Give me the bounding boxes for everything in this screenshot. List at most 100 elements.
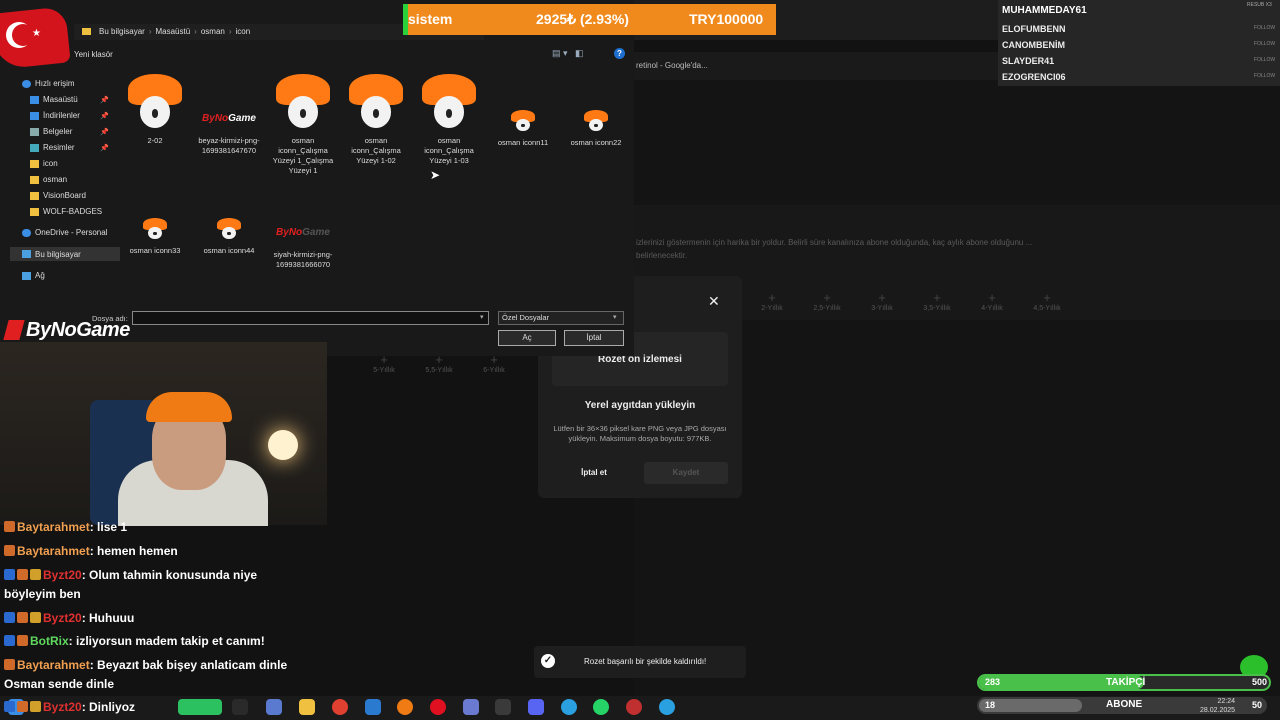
folder-icon xyxy=(82,28,91,36)
badge-icon xyxy=(4,701,15,712)
badge-slot[interactable]: +3-Yıllık xyxy=(862,290,902,312)
chat-message: Byzt20: Huhuuu xyxy=(4,611,134,625)
telegram-icon[interactable] xyxy=(659,699,675,715)
nav-folder-osman[interactable]: osman xyxy=(30,175,67,184)
toast-message: Rozet başarılı bir şekilde kaldırıldı! xyxy=(584,657,707,666)
nav-desktop[interactable]: Masaüstü xyxy=(30,95,78,104)
taskbar-clock[interactable]: 22:24 28.02.2025 xyxy=(1200,697,1235,715)
follow-tag: FOLLOW xyxy=(1254,41,1276,47)
ticker-name: sistem xyxy=(408,11,453,27)
plus-icon: + xyxy=(878,290,886,305)
file-item[interactable]: ByNoGame beyaz-kirmizi-png-1699381647670 xyxy=(192,74,266,156)
chat-message: Baytarahmet: hemen hemen xyxy=(4,544,178,558)
badge-slot[interactable]: +4,5-Yıllık xyxy=(1027,290,1067,312)
new-folder-button[interactable]: Yeni klasör xyxy=(74,50,113,59)
nav-downloads[interactable]: İndirilenler xyxy=(30,111,80,120)
chevron-down-icon[interactable]: ▾ xyxy=(480,313,484,321)
file-item[interactable]: ByNoGame siyah-kirmizi-png-1699381666070 xyxy=(266,208,340,270)
file-item[interactable]: osman iconn44 xyxy=(192,208,266,256)
follow-tag: FOLLOW xyxy=(1254,73,1276,79)
browser-tab-title[interactable]: retinol - Google'da... xyxy=(636,61,708,70)
whatsapp-icon[interactable] xyxy=(593,699,609,715)
bynogame-logo-icon: ByNoGame xyxy=(202,113,256,124)
star-icon: ★ xyxy=(32,28,41,39)
close-icon[interactable]: ✕ xyxy=(708,293,720,310)
filename-input[interactable] xyxy=(132,311,489,325)
follower-name: CANOMBENİM xyxy=(1002,40,1065,50)
chat-message: böyleyim ben xyxy=(4,587,81,601)
file-item[interactable]: osman iconn_Çalışma Yüzeyi 1-02 xyxy=(339,74,413,166)
telegram-icon[interactable] xyxy=(561,699,577,715)
cap-mascot-icon xyxy=(420,74,478,130)
chrome-icon[interactable] xyxy=(626,699,642,715)
app-icon[interactable] xyxy=(178,699,222,715)
nav-folder-icon[interactable]: icon xyxy=(30,159,58,168)
desktop-icon xyxy=(30,95,39,104)
breadcrumb-item[interactable]: osman xyxy=(201,27,225,36)
nav-folder-visionboard[interactable]: VisionBoard xyxy=(30,191,86,200)
modal-cancel-button[interactable]: İptal et xyxy=(556,462,632,484)
plus-icon: + xyxy=(768,290,776,305)
cap-mascot-icon xyxy=(583,110,609,132)
app-icon[interactable] xyxy=(495,699,511,715)
badge-icon xyxy=(17,612,28,623)
badge-slot[interactable]: +2-Yıllık xyxy=(752,290,792,312)
open-button[interactable]: Aç xyxy=(498,330,556,346)
chevron-down-icon[interactable]: ▾ xyxy=(613,313,617,321)
mouse-cursor-icon: ➤ xyxy=(430,168,441,182)
chat-message: Byzt20: Dinliyoz xyxy=(4,700,135,714)
breadcrumb-item[interactable]: Masaüstü xyxy=(155,27,190,36)
document-icon xyxy=(30,127,39,136)
breadcrumb-item[interactable]: Bu bilgisayar xyxy=(99,27,145,36)
file-item[interactable]: osman iconn_Çalışma Yüzeyi 1_Çalışma Yüz… xyxy=(266,74,340,176)
badge-slot[interactable]: +4-Yıllık xyxy=(972,290,1012,312)
cap-mascot-icon xyxy=(216,218,242,240)
chat-message: BotRix: izliyorsun madem takip et canım! xyxy=(4,634,265,648)
chrome-icon[interactable] xyxy=(332,699,348,715)
network-icon xyxy=(22,271,31,280)
modal-save-button[interactable]: Kaydet xyxy=(644,462,728,484)
follower-goal: 500 xyxy=(1252,677,1268,687)
file-item[interactable]: 2-02 xyxy=(118,74,192,146)
cap-mascot-icon xyxy=(347,74,405,130)
app-icon[interactable] xyxy=(463,699,479,715)
follower-label: TAKİPÇİ xyxy=(1106,677,1146,688)
picture-icon xyxy=(30,143,39,152)
nav-this-pc[interactable]: Bu bilgisayar xyxy=(10,247,120,261)
badge-slot[interactable]: +2,5-Yıllık xyxy=(807,290,847,312)
discord-icon[interactable] xyxy=(528,699,544,715)
badge-icon xyxy=(30,701,41,712)
file-item[interactable]: osman iconn22 xyxy=(559,100,633,148)
nav-network[interactable]: Ağ xyxy=(22,271,45,280)
filetype-select[interactable]: Özel Dosyalar xyxy=(498,311,624,325)
ticker-change: 2925₺ (2.93%) xyxy=(536,11,629,27)
badge-slot[interactable]: +3,5-Yıllık xyxy=(917,290,957,312)
follower-name: EZOGRENCI06 xyxy=(1002,72,1066,82)
upload-local-button[interactable]: Yerel aygıtdan yükleyin xyxy=(552,396,728,416)
firefox-icon[interactable] xyxy=(397,699,413,715)
file-item[interactable]: osman iconn33 xyxy=(118,208,192,256)
opera-icon[interactable] xyxy=(430,699,446,715)
file-explorer-icon[interactable] xyxy=(299,699,315,715)
subscriber-label: ABONE xyxy=(1106,699,1143,710)
nav-pictures[interactable]: Resimler xyxy=(30,143,75,152)
badge-icon xyxy=(17,701,28,712)
mail-icon[interactable] xyxy=(365,699,381,715)
badge-icon xyxy=(17,569,28,580)
task-view-icon[interactable] xyxy=(232,699,248,715)
file-item[interactable]: osman iconn_Çalışma Yüzeyi 1-03 xyxy=(412,74,486,166)
nav-quick-access[interactable]: Hızlı erişim xyxy=(22,79,75,88)
help-icon[interactable]: ? xyxy=(614,48,625,59)
dialog-cancel-button[interactable]: İptal xyxy=(564,330,624,346)
copilot-icon[interactable] xyxy=(266,699,282,715)
breadcrumb-item[interactable]: icon xyxy=(236,27,251,36)
nav-documents[interactable]: Belgeler xyxy=(30,127,72,136)
plus-icon: + xyxy=(1043,290,1051,305)
plus-icon: + xyxy=(933,290,941,305)
download-icon xyxy=(30,111,39,120)
nav-onedrive[interactable]: OneDrive - Personal xyxy=(22,228,107,237)
nav-folder-wolf[interactable]: WOLF-BADGES xyxy=(30,207,102,216)
file-item[interactable]: osman iconn11 xyxy=(486,100,560,148)
view-options-icon[interactable]: ▤ ▾ ◧ xyxy=(552,48,584,59)
badge-icon xyxy=(30,569,41,580)
